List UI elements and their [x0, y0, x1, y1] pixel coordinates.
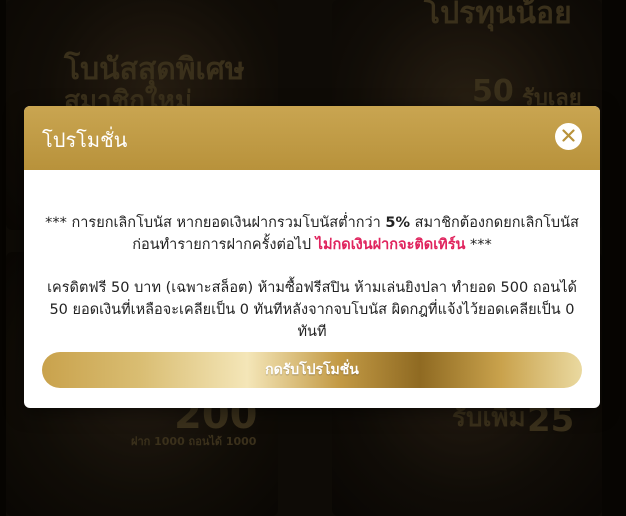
notice-warning: ไม่กดเงินฝากจะติดเทิร์น — [315, 237, 466, 253]
claim-promotion-button[interactable]: กดรับโปรโมชั่น — [42, 352, 582, 388]
modal-title: โปรโมชั่น — [42, 128, 128, 152]
notice-end: *** — [465, 237, 492, 253]
close-button[interactable] — [555, 123, 582, 150]
bonus-cancel-notice: *** การยกเลิกโบนัส หากยอดเงินฝากรวมโบนัส… — [38, 212, 586, 256]
free-credit-terms: เครดิตฟรี 50 บาท (เฉพาะสล็อต) ห้ามซื้อฟร… — [47, 280, 577, 340]
notice-prefix: *** การยกเลิกโบนัส หากยอดเงินฝากรวมโบนัส… — [45, 215, 386, 231]
notice-percent: 5% — [385, 215, 411, 231]
close-icon — [562, 128, 575, 145]
modal-body: *** การยกเลิกโบนัส หากยอดเงินฝากรวมโบนัส… — [24, 170, 600, 343]
modal-header: โปรโมชั่น — [24, 106, 600, 170]
promotion-modal: โปรโมชั่น *** การยกเลิกโบนัส หากยอดเงินฝ… — [24, 106, 600, 408]
